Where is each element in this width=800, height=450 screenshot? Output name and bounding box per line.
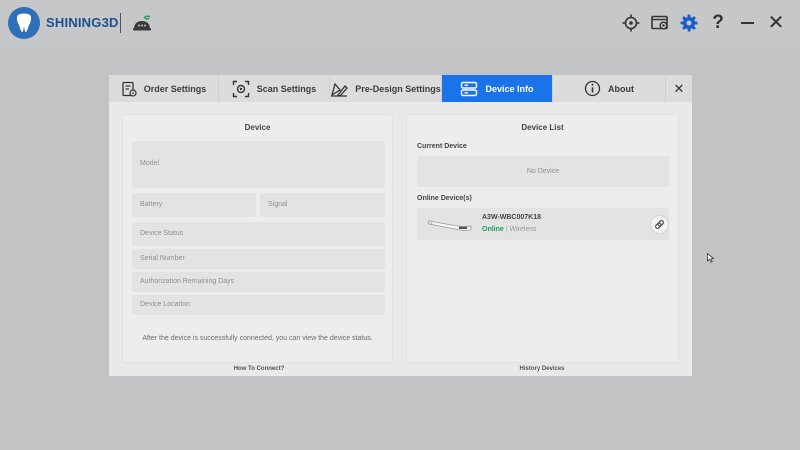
window-controls: ? ✕ [621, 12, 786, 34]
link-icon [655, 220, 664, 229]
tab-label: Pre-Design Settings [355, 83, 441, 94]
connection-hint: After the device is successfully connect… [142, 335, 373, 342]
no-device-text: No Device [526, 168, 560, 175]
minimize-button[interactable] [737, 13, 757, 33]
scan-settings-icon [232, 80, 249, 97]
device-panel: Device Model Battery Signal Device Statu… [122, 114, 393, 363]
battery-field: Battery [132, 193, 256, 217]
device-panel-title: Device [244, 123, 271, 132]
intraoral-scanner-icon [427, 220, 472, 231]
online-devices-label: Online Device(s) [417, 195, 472, 202]
order-settings-icon [122, 81, 137, 97]
tab-label: Order Settings [143, 83, 207, 94]
device-name: A3W-WBC007K18 [482, 214, 541, 221]
authorization-days-field: Authorization Remaining Days [132, 272, 385, 292]
dialog-tabs: Order Settings Scan Settings Pre-Design … [109, 75, 692, 102]
shining3d-logo-icon [8, 7, 40, 39]
tab-label: About [608, 83, 634, 94]
screen-record-icon[interactable] [650, 13, 670, 33]
tab-scan-settings[interactable]: Scan Settings [219, 75, 330, 102]
pre-design-icon [331, 82, 349, 97]
model-field: Model [132, 141, 385, 188]
signal-field: Signal [260, 193, 385, 217]
device-info-icon [461, 81, 478, 96]
close-window-button[interactable]: ✕ [766, 13, 786, 33]
tab-device-info[interactable]: Device Info [442, 75, 553, 102]
device-status-line: Online | Wireless [482, 226, 536, 233]
online-device-item[interactable]: A3W-WBC007K18 Online | Wireless [417, 208, 669, 240]
history-devices-link[interactable]: History Devices [492, 366, 592, 372]
tab-label: Device Info [485, 83, 534, 94]
connect-link-button[interactable] [650, 215, 669, 234]
info-icon [584, 80, 601, 97]
current-device-box: No Device [417, 156, 669, 187]
settings-gear-icon[interactable] [679, 13, 699, 33]
brand-name: SHINING3D [46, 15, 119, 30]
device-location-field: Device Location [132, 295, 385, 315]
how-to-connect-link[interactable]: How To Connect? [209, 366, 309, 372]
online-status: Online [482, 226, 504, 233]
device-list-panel: Device List Current Device No Device Onl… [406, 114, 679, 363]
settings-dialog: Order Settings Scan Settings Pre-Design … [109, 75, 692, 376]
tab-about[interactable]: About [553, 75, 666, 102]
device-status-field: Device Status [132, 222, 385, 246]
device-list-title: Device List [521, 123, 564, 132]
scanner-status-icon[interactable] [131, 12, 153, 37]
mouse-cursor-icon [707, 250, 715, 268]
brand-divider [120, 13, 121, 33]
current-device-label: Current Device [417, 143, 467, 150]
connection-type: Wireless [509, 226, 537, 233]
crosshair-icon[interactable] [621, 13, 641, 33]
tab-order-settings[interactable]: Order Settings [109, 75, 219, 102]
serial-number-field: Serial Number [132, 249, 385, 269]
tab-pre-design-settings[interactable]: Pre-Design Settings [330, 75, 442, 102]
title-bar: SHINING3D ? ✕ [0, 0, 800, 48]
help-icon[interactable]: ? [708, 13, 728, 33]
status-separator: | [505, 226, 508, 233]
tab-label: Scan Settings [256, 83, 317, 94]
dialog-close-button[interactable]: ✕ [666, 75, 692, 102]
